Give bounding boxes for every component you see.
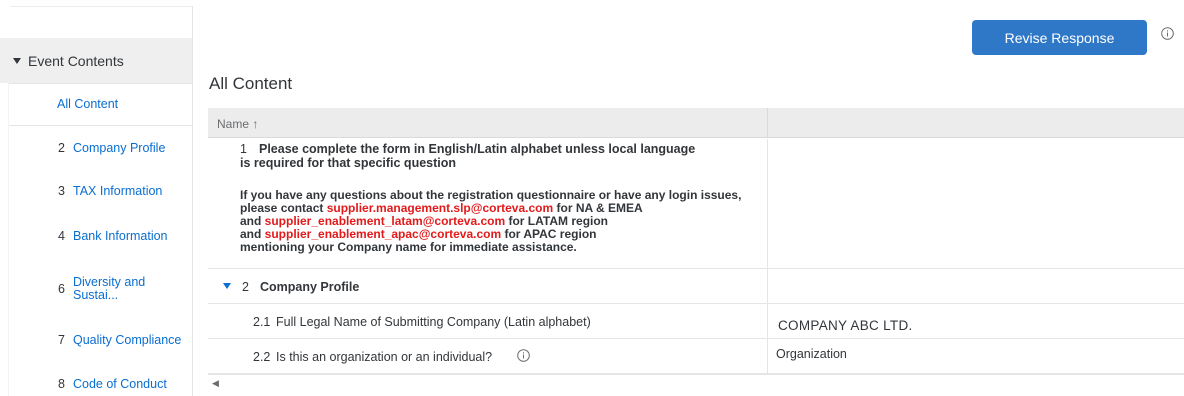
question-label: Full Legal Name of Submitting Company (L… [276, 315, 591, 329]
sidebar-item-quality-compliance[interactable]: 7 Quality Compliance [9, 333, 193, 353]
column-divider [767, 139, 768, 268]
answer-value[interactable]: Organization [776, 347, 847, 361]
note-text: and [240, 214, 265, 228]
note-text: for LATAM region [505, 214, 609, 228]
table-row: 2.1 Full Legal Name of Submitting Compan… [208, 304, 1184, 339]
page-title: All Content [209, 74, 293, 93]
sidebar-item-number: 3 [58, 184, 65, 198]
sidebar-item-label: Code of Conduct [73, 377, 167, 391]
table-row: 2.2 Is this an organization or an indivi… [208, 339, 1184, 374]
table-header: Name ↑ [208, 108, 1184, 138]
sidebar-item-number: 7 [58, 333, 65, 347]
sidebar-item-label: TAX Information [73, 184, 163, 198]
sidebar-item-label: Quality Compliance [73, 333, 182, 347]
note-line2: please contact supplier.management.slp@c… [240, 202, 643, 215]
sidebar-item-all-content[interactable]: All Content [9, 83, 193, 126]
column-divider [767, 108, 768, 138]
revise-response-button[interactable]: Revise Response [972, 20, 1147, 55]
event-contents-toggle[interactable]: Event Contents [0, 38, 192, 83]
column-divider [767, 269, 768, 303]
row-number: 2.2 [253, 350, 271, 364]
info-icon[interactable] [517, 349, 530, 362]
sidebar-item-label-line2: Sustai... [73, 288, 119, 302]
section-title: Company Profile [260, 280, 360, 294]
sidebar-top-divider [10, 6, 192, 7]
sidebar-item-number: 4 [58, 229, 65, 243]
row-title-line2: is required for that specific question [240, 156, 457, 170]
table-row: 1 Please complete the form in English/La… [208, 139, 1184, 269]
row-title-line1: Please complete the form in English/Lati… [259, 142, 696, 156]
note-line4: and supplier_enablement_apac@corteva.com… [240, 228, 596, 241]
sidebar: Event Contents All Content 2 Company Pro… [0, 0, 193, 396]
note-text: for APAC region [501, 227, 597, 241]
note-text: for NA & EMEA [553, 201, 643, 215]
sidebar-item-company-profile[interactable]: 2 Company Profile [9, 141, 193, 161]
question-label: Is this an organization or an individual… [276, 350, 493, 364]
triangle-down-icon [13, 58, 21, 64]
note-line5: mentioning your Company name for immedia… [240, 240, 577, 254]
sidebar-divider [192, 6, 193, 396]
sidebar-item-number: 2 [58, 141, 65, 155]
note-line3: and supplier_enablement_latam@corteva.co… [240, 215, 608, 228]
event-contents-label: Event Contents [28, 53, 124, 69]
arrow-left-icon[interactable]: ◀ [212, 378, 219, 389]
sidebar-item-bank-information[interactable]: 4 Bank Information [9, 229, 193, 249]
column-divider [767, 339, 768, 373]
sidebar-item-number: 6 [58, 282, 65, 296]
triangle-down-icon[interactable] [222, 281, 232, 291]
sidebar-item-code-of-conduct[interactable]: 8 Code of Conduct [9, 377, 193, 395]
row-number: 2 [242, 280, 249, 294]
sidebar-list: All Content 2 Company Profile 3 TAX Info… [8, 83, 193, 396]
table-row: 2 Company Profile [208, 269, 1184, 304]
email-link-latam[interactable]: supplier_enablement_latam@corteva.com [265, 214, 505, 228]
info-icon[interactable] [1161, 27, 1174, 40]
row-number: 1 [240, 142, 247, 156]
sidebar-item-diversity[interactable]: 6 Diversity and Sustai... [9, 272, 193, 306]
answer-value[interactable]: COMPANY ABC LTD. [778, 318, 913, 333]
horizontal-scrollbar[interactable]: ◀ [208, 374, 1184, 390]
name-column-header[interactable]: Name ↑ [217, 117, 258, 131]
sidebar-item-number: 8 [58, 377, 65, 391]
row-number: 2.1 [253, 315, 271, 329]
content-table: Name ↑ 1 Please complete the form in Eng… [208, 108, 1184, 390]
email-link-apac[interactable]: supplier_enablement_apac@corteva.com [265, 227, 501, 241]
sidebar-item-tax-information[interactable]: 3 TAX Information [9, 184, 193, 204]
column-divider [767, 304, 768, 338]
note-line1: If you have any questions about the regi… [240, 188, 742, 202]
email-link-na-emea[interactable]: supplier.management.slp@corteva.com [327, 201, 553, 215]
sidebar-item-label: All Content [57, 97, 119, 111]
note-text: and [240, 227, 265, 241]
sidebar-item-label: Company Profile [73, 141, 166, 155]
sidebar-item-label-line1: Diversity and [73, 275, 146, 289]
sidebar-item-label: Bank Information [73, 229, 168, 243]
note-text: please contact [240, 201, 327, 215]
